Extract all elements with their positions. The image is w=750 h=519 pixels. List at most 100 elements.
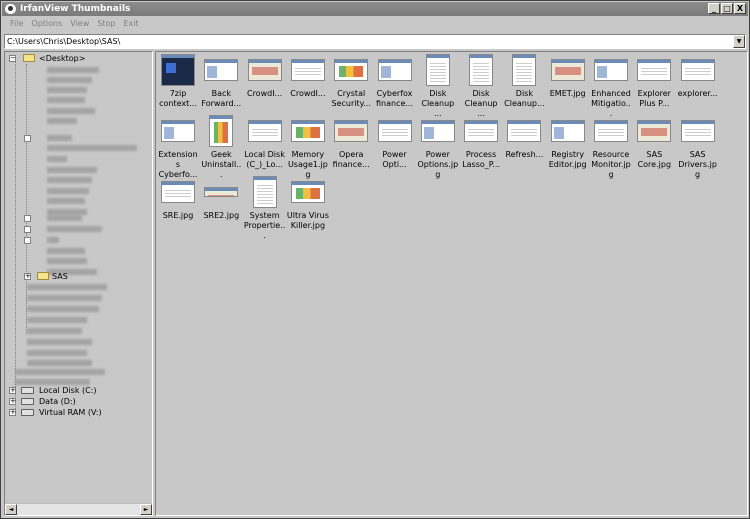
path-combobox[interactable]: C:\Users\Chris\Desktop\SAS\ ▼ bbox=[4, 34, 746, 49]
thumbnail-label: Core.jpg bbox=[637, 160, 672, 169]
thumbnail-item[interactable]: CrowdI... bbox=[287, 54, 329, 99]
thumbnail-item[interactable]: Disk Cleanup ... bbox=[460, 54, 502, 119]
window-title: IrfanView Thumbnails bbox=[20, 4, 131, 14]
thumbnail-label: Memory bbox=[291, 150, 325, 159]
thumbnail-item[interactable]: Memory Usage1.jpg bbox=[287, 115, 329, 180]
expand-icon[interactable]: + bbox=[9, 398, 16, 405]
scroll-left-button[interactable]: ◄ bbox=[5, 504, 17, 515]
thumbnail-image[interactable] bbox=[637, 120, 672, 142]
path-text: C:\Users\Chris\Desktop\SAS\ bbox=[7, 37, 121, 46]
thumbnail-item[interactable]: System Propertie... bbox=[244, 176, 286, 241]
thumbnail-item[interactable]: Crystal Security... bbox=[330, 54, 372, 109]
thumbnail-label: Cyberfox bbox=[376, 89, 413, 98]
thumbnail-label: Explorer bbox=[637, 89, 671, 98]
thumbnail-image[interactable] bbox=[377, 120, 412, 142]
thumbnail-item[interactable]: SAS Drivers.jpg bbox=[677, 115, 719, 180]
thumbnail-image[interactable] bbox=[680, 59, 715, 81]
tree-node-desktop[interactable]: − <Desktop> bbox=[9, 53, 149, 64]
thumbnail-item[interactable]: explorer... bbox=[677, 54, 719, 99]
thumbnail-image[interactable] bbox=[550, 120, 585, 142]
thumbnail-item[interactable]: 7zip context... bbox=[157, 54, 199, 109]
title-bar[interactable]: IrfanView Thumbnails _ □ X bbox=[2, 2, 748, 16]
thumbnail-item[interactable]: Opera finance... bbox=[330, 115, 372, 170]
horizontal-scrollbar[interactable]: ◄ ► bbox=[5, 503, 152, 515]
thumbnail-image[interactable] bbox=[204, 59, 239, 81]
thumbnail-item[interactable]: Cyberfox finance... bbox=[374, 54, 416, 109]
thumbnail-pane[interactable]: 7zip context... Back Forward... CrowdI... Cro… bbox=[155, 51, 748, 516]
thumbnail-image[interactable] bbox=[594, 59, 628, 81]
hard-drive-icon bbox=[21, 398, 34, 405]
expand-icon[interactable]: + bbox=[9, 409, 16, 416]
expand-icon[interactable]: + bbox=[24, 273, 31, 280]
thumbnail-image[interactable] bbox=[420, 120, 455, 142]
thumbnail-item[interactable]: Explorer Plus P... bbox=[633, 54, 675, 109]
thumbnail-image[interactable] bbox=[209, 115, 234, 147]
menu-view[interactable]: View bbox=[66, 17, 93, 31]
thumbnail-image[interactable] bbox=[161, 54, 195, 86]
thumbnail-item[interactable]: Extensions Cyberfo... bbox=[157, 115, 199, 180]
thumbnail-item[interactable]: SRE2.jpg bbox=[200, 176, 242, 221]
thumbnail-image[interactable] bbox=[464, 120, 499, 142]
thumbnail-image[interactable] bbox=[161, 120, 195, 142]
thumbnail-item[interactable]: Resource Monitor.jpg bbox=[590, 115, 632, 180]
thumbnail-image[interactable] bbox=[290, 120, 325, 142]
scroll-right-button[interactable]: ► bbox=[140, 504, 152, 515]
thumbnail-image[interactable] bbox=[512, 54, 537, 86]
thumbnail-image[interactable] bbox=[290, 181, 325, 203]
thumbnail-image[interactable] bbox=[594, 120, 628, 142]
thumbnail-item[interactable]: Ultra Virus Killer.jpg bbox=[287, 176, 329, 231]
thumbnail-label: Editor.jpg bbox=[548, 160, 587, 169]
thumbnail-item[interactable]: Back Forward... bbox=[200, 54, 242, 109]
thumbnail-item[interactable]: Process Lasso_P... bbox=[460, 115, 502, 170]
thumbnail-label: Drivers.jpg bbox=[678, 160, 717, 179]
thumbnail-image[interactable] bbox=[204, 187, 239, 197]
thumbnail-item[interactable]: Disk Cleanup... bbox=[503, 54, 545, 109]
thumbnail-item[interactable]: Power Opti... bbox=[374, 115, 416, 170]
menu-file[interactable]: File bbox=[6, 17, 27, 31]
thumbnail-item[interactable]: Registry Editor.jpg bbox=[547, 115, 589, 170]
close-button[interactable]: X bbox=[734, 3, 746, 14]
thumbnail-item[interactable]: Enhanced Mitigatio... bbox=[590, 54, 632, 119]
thumbnail-item[interactable]: Refresh... bbox=[503, 115, 545, 160]
thumbnail-item[interactable]: Local Disk (C_)_Lo... bbox=[244, 115, 286, 170]
thumbnail-image[interactable] bbox=[507, 120, 542, 142]
thumbnail-image[interactable] bbox=[377, 59, 412, 81]
thumbnail-image[interactable] bbox=[680, 120, 715, 142]
thumbnail-item[interactable]: SAS Core.jpg bbox=[633, 115, 675, 170]
maximize-button[interactable]: □ bbox=[721, 3, 733, 14]
thumbnail-image[interactable] bbox=[247, 59, 282, 81]
thumbnail-image[interactable] bbox=[334, 59, 369, 81]
thumbnail-image[interactable] bbox=[252, 176, 277, 208]
tree-node-drive-c[interactable]: + Local Disk (C:) bbox=[9, 385, 149, 396]
tree-node-drive-d[interactable]: + Data (D:) bbox=[9, 396, 149, 407]
thumbnail-label: SAS bbox=[646, 150, 663, 159]
folder-tree[interactable]: − <Desktop> + SAS + Local Disk (C:) + Da… bbox=[4, 51, 153, 516]
hard-drive-icon bbox=[21, 409, 34, 416]
thumbnail-image[interactable] bbox=[247, 120, 282, 142]
collapse-icon[interactable]: − bbox=[9, 55, 16, 62]
thumbnail-item[interactable]: Power Options.jpg bbox=[417, 115, 459, 180]
thumbnail-image[interactable] bbox=[334, 120, 369, 142]
thumbnail-item[interactable]: Disk Cleanup ... bbox=[417, 54, 459, 119]
thumbnail-label: Extensions bbox=[158, 150, 198, 169]
menu-stop[interactable]: Stop bbox=[93, 17, 119, 31]
tree-node-drive-v[interactable]: + Virtual RAM (V:) bbox=[9, 407, 149, 418]
chevron-down-icon[interactable]: ▼ bbox=[733, 35, 745, 48]
thumbnail-image[interactable] bbox=[637, 59, 672, 81]
thumbnail-item[interactable]: CrowdI... bbox=[244, 54, 286, 99]
thumbnail-item[interactable]: SRE.jpg bbox=[157, 176, 199, 221]
thumbnail-item[interactable]: Geek Uninstall... bbox=[200, 115, 242, 180]
tree-node-sas[interactable]: + SAS bbox=[24, 271, 144, 282]
thumbnail-image[interactable] bbox=[425, 54, 450, 86]
expand-icon[interactable]: + bbox=[9, 387, 16, 394]
menu-exit[interactable]: Exit bbox=[119, 17, 142, 31]
thumbnail-image[interactable] bbox=[469, 54, 494, 86]
minimize-button[interactable]: _ bbox=[708, 3, 720, 14]
thumbnail-image[interactable] bbox=[290, 59, 325, 81]
thumbnail-label: Opti... bbox=[382, 160, 407, 169]
thumbnail-label: Plus P... bbox=[639, 99, 670, 108]
menu-options[interactable]: Options bbox=[27, 17, 66, 31]
thumbnail-image[interactable] bbox=[161, 181, 195, 203]
thumbnail-item[interactable]: EMET.jpg bbox=[547, 54, 589, 99]
thumbnail-image[interactable] bbox=[550, 59, 585, 81]
